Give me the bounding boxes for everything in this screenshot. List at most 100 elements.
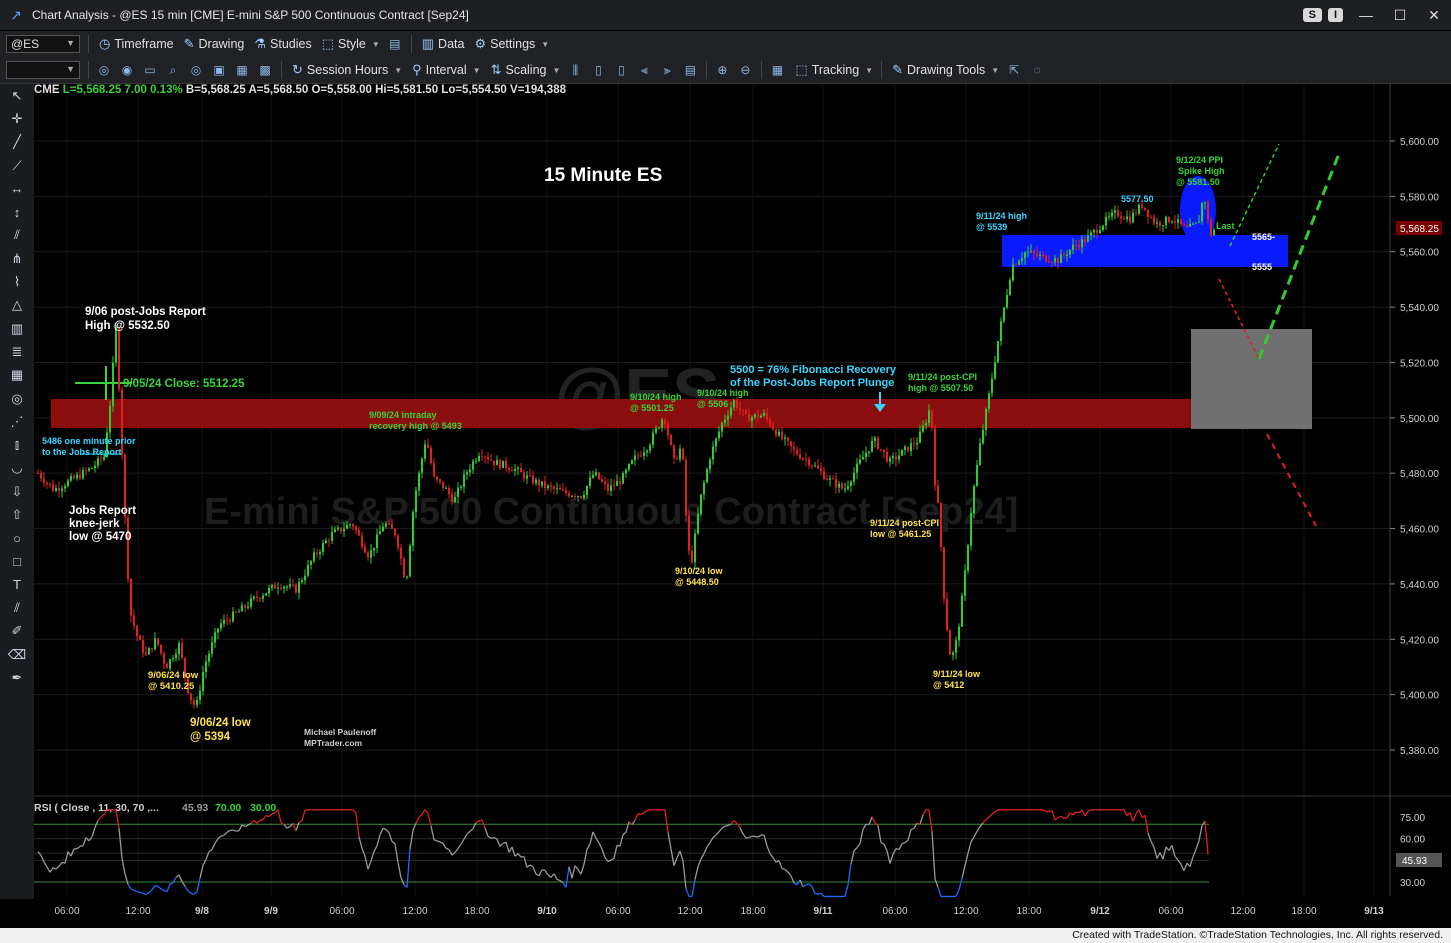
symbol-input[interactable]: @ES ▼ bbox=[6, 35, 80, 53]
vertical-line-icon[interactable]: ↕ bbox=[0, 200, 34, 223]
annotation-0911-low-2: @ 5412 bbox=[933, 680, 964, 690]
price-label: 5,580.00 bbox=[1400, 192, 1439, 203]
candle-body bbox=[853, 472, 855, 482]
pointer-icon[interactable]: ↖ bbox=[0, 84, 34, 107]
speed-lines-icon[interactable]: ⫾ bbox=[0, 433, 34, 456]
table-icon[interactable]: ▦ bbox=[234, 62, 250, 78]
brush-icon[interactable]: ✐ bbox=[0, 620, 34, 643]
refresh-icon[interactable]: ◎ bbox=[96, 62, 112, 78]
rsi-axis-label: 75.00 bbox=[1400, 813, 1425, 824]
target-icon[interactable]: ◎ bbox=[188, 62, 204, 78]
ray-icon[interactable]: ⟋ bbox=[0, 154, 34, 177]
i-button[interactable]: I bbox=[1327, 8, 1343, 22]
horizontal-line-icon[interactable]: ↔ bbox=[0, 177, 34, 200]
candle-body bbox=[817, 465, 819, 469]
gann-icon[interactable]: ⋰ bbox=[0, 410, 34, 433]
crosshair-icon[interactable]: ✛ bbox=[0, 107, 34, 130]
highlighter-icon[interactable]: ⫽ bbox=[0, 597, 34, 620]
search-icon[interactable]: ⌕ bbox=[165, 62, 181, 78]
trendline-icon[interactable]: ╱ bbox=[0, 131, 34, 154]
candle-body bbox=[490, 459, 492, 461]
candle-body bbox=[640, 455, 642, 457]
app-icon: ↗ bbox=[10, 7, 22, 23]
candle-body bbox=[751, 417, 753, 422]
ellipse-icon[interactable]: ○ bbox=[0, 527, 34, 550]
close-icon[interactable]: ✕ bbox=[1417, 0, 1451, 30]
net-change: 7.00 bbox=[124, 84, 147, 96]
fibonacci-icon[interactable]: ▥ bbox=[0, 317, 34, 340]
channel-icon[interactable]: ⫽ bbox=[0, 224, 34, 247]
fib-grid-icon[interactable]: ▦ bbox=[0, 364, 34, 387]
hollow-candle-icon[interactable]: ▯ bbox=[613, 62, 629, 78]
s-button[interactable]: S bbox=[1302, 8, 1322, 22]
studies-menu[interactable]: ⚗ Studies bbox=[254, 36, 311, 52]
layout-icon[interactable]: ▤ bbox=[387, 36, 403, 52]
chat-icon[interactable]: ◌ bbox=[1029, 62, 1045, 78]
candle-body bbox=[856, 463, 858, 473]
resistance-zone[interactable] bbox=[51, 399, 1191, 428]
annotation-0906-low-b2: @ 5394 bbox=[190, 731, 231, 743]
maximize-icon[interactable]: ☐ bbox=[1383, 0, 1417, 30]
window-icon[interactable]: ▭ bbox=[142, 62, 158, 78]
arrow-down-icon[interactable]: ⇩ bbox=[0, 480, 34, 503]
candle-body bbox=[139, 636, 141, 641]
pitchfork-icon[interactable]: ⋔ bbox=[0, 247, 34, 270]
tracking-menu[interactable]: ⬚ Tracking ▼ bbox=[795, 62, 873, 78]
zoom-out-icon[interactable]: ⊖ bbox=[737, 62, 753, 78]
arc-icon[interactable]: ◡ bbox=[0, 457, 34, 480]
candle-body bbox=[709, 459, 711, 470]
minimize-icon[interactable]: — bbox=[1349, 0, 1383, 30]
title-bar: ↗ Chart Analysis - @ES 15 min [CME] E-mi… bbox=[0, 0, 1451, 30]
pen-icon[interactable]: ✒ bbox=[0, 666, 34, 689]
bar-style-icon[interactable]: ⫼ bbox=[567, 62, 583, 78]
divider bbox=[88, 61, 89, 79]
price-chart[interactable]: @ES E-mini S&P 500 Continuous Contract [… bbox=[34, 84, 1451, 928]
candle-body bbox=[328, 540, 330, 542]
panel-icon[interactable]: ▤ bbox=[682, 62, 698, 78]
candle-body bbox=[211, 642, 213, 654]
interval-menu[interactable]: ⚲ Interval ▼ bbox=[412, 62, 480, 78]
timeframe-menu[interactable]: ◷ Timeframe bbox=[99, 36, 174, 52]
export-icon[interactable]: ⇱ bbox=[1006, 62, 1022, 78]
candle-body bbox=[547, 485, 549, 489]
crosshair-grid-icon[interactable]: ▦ bbox=[769, 62, 785, 78]
session-hours-menu[interactable]: ↻ Session Hours ▼ bbox=[292, 62, 402, 78]
time-label: 9/12 bbox=[1090, 906, 1110, 917]
triangle-icon[interactable]: △ bbox=[0, 294, 34, 317]
settings-menu[interactable]: ⚙ Settings ▼ bbox=[474, 36, 549, 52]
spacing-icon[interactable]: ⫷ bbox=[636, 62, 652, 78]
candle-body bbox=[1078, 245, 1080, 248]
bar-width-icon[interactable]: ⫸ bbox=[659, 62, 675, 78]
divider bbox=[410, 35, 412, 53]
candle-body bbox=[631, 460, 633, 464]
fan-icon[interactable]: ⌇ bbox=[0, 270, 34, 293]
cycle-icon[interactable]: ◉ bbox=[119, 62, 135, 78]
image-icon[interactable]: ▣ bbox=[211, 62, 227, 78]
annotation-knee-jerk-2: knee-jerk bbox=[69, 518, 120, 530]
divider bbox=[706, 61, 708, 79]
candle-body bbox=[973, 485, 975, 514]
rectangle-icon[interactable]: □ bbox=[0, 550, 34, 573]
drawing-tools-menu[interactable]: ✎ Drawing Tools ▼ bbox=[892, 62, 999, 78]
drawing-menu[interactable]: ✎ Drawing bbox=[184, 36, 245, 52]
fib-extension-icon[interactable]: ≣ bbox=[0, 340, 34, 363]
text-icon[interactable]: T bbox=[0, 573, 34, 596]
style-menu[interactable]: ⬚ Style ▼ bbox=[322, 36, 380, 52]
grid-icon[interactable]: ▩ bbox=[257, 62, 273, 78]
support-zone[interactable] bbox=[1002, 235, 1288, 267]
eraser-icon[interactable]: ⌫ bbox=[0, 643, 34, 666]
scaling-menu[interactable]: ⇅ Scaling ▼ bbox=[491, 62, 561, 78]
candle-body bbox=[622, 473, 624, 484]
data-menu[interactable]: ▥ Data bbox=[422, 36, 465, 52]
zoom-in-icon[interactable]: ⊕ bbox=[714, 62, 730, 78]
candle-body bbox=[91, 468, 93, 470]
candle-body bbox=[1045, 255, 1047, 262]
arrow-up-icon[interactable]: ⇧ bbox=[0, 503, 34, 526]
candle-body bbox=[580, 496, 582, 498]
time-label: 18:00 bbox=[1291, 906, 1316, 917]
candle-style-icon[interactable]: ▯ bbox=[590, 62, 606, 78]
candle-body bbox=[436, 476, 438, 480]
spiral-icon[interactable]: ◎ bbox=[0, 387, 34, 410]
interval-input[interactable]: ▼ bbox=[6, 61, 80, 79]
annotation-post-jobs-high-1: 9/06 post-Jobs Report bbox=[85, 306, 206, 318]
